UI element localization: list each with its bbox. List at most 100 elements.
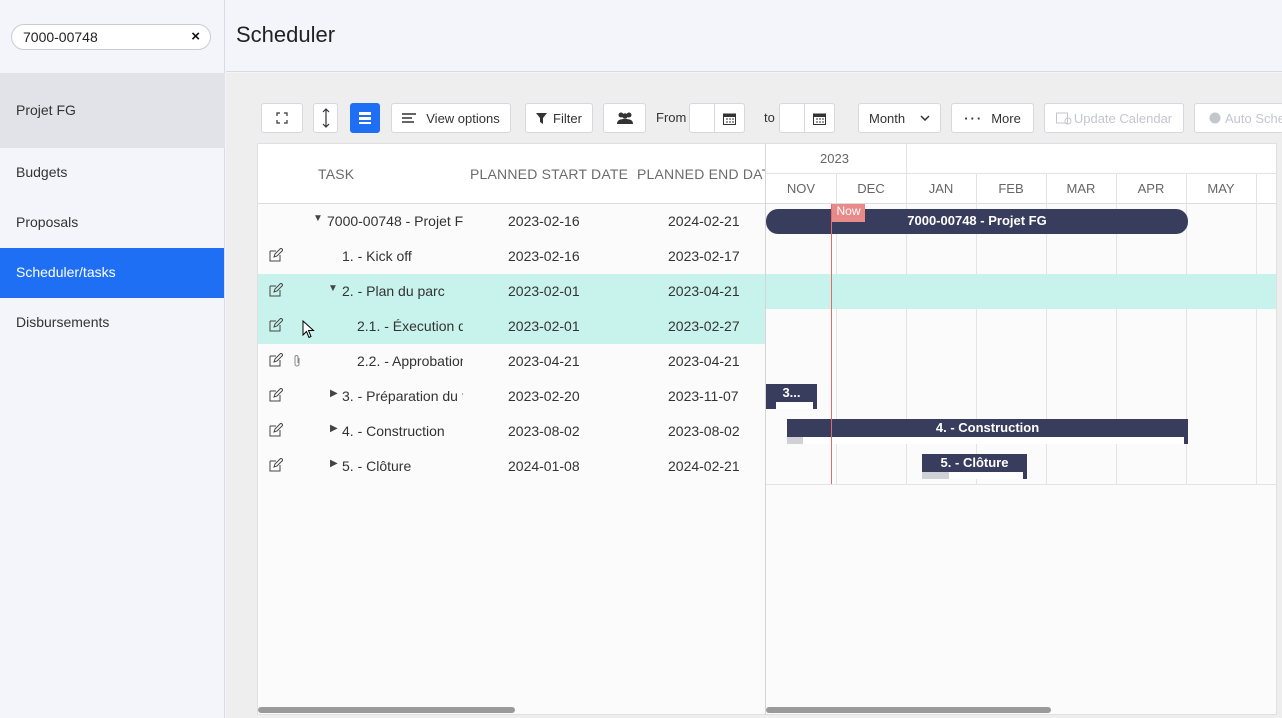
bar-label: 7000-00748 - Projet FG (907, 213, 1047, 228)
to-label: to (764, 110, 775, 125)
column-planned-start[interactable]: PLANNED START DATE (470, 166, 628, 182)
toggle-layout-button[interactable] (350, 103, 380, 133)
table-row[interactable]: ▶ 3. - Préparation du terrain 2023-02-20… (258, 379, 765, 414)
from-date-field[interactable] (690, 104, 715, 132)
bar-label: 3... (782, 385, 801, 400)
resources-button[interactable] (603, 103, 646, 133)
table-row[interactable]: 2.2. - Approbation 2023-04-21 2023-04-21 (258, 344, 765, 379)
edit-icon[interactable] (269, 248, 283, 262)
sidebar-item-scheduler[interactable]: Scheduler/tasks (0, 248, 224, 298)
gantt-bar-cloture[interactable]: 5. - Clôture (922, 454, 1027, 479)
gantt-bar-project[interactable]: 7000-00748 - Projet FG (766, 209, 1188, 234)
bar-progress-track (776, 402, 813, 409)
sidebar-item-label: Disbursements (16, 314, 110, 330)
header-divider (766, 173, 1276, 174)
start-date: 2023-02-20 (508, 388, 580, 404)
grid-header: TASK PLANNED START DATE PLANNED END DATE (258, 144, 765, 204)
sidebar-item-disbursements[interactable]: Disbursements (0, 298, 224, 348)
filter-button[interactable]: Filter (525, 103, 593, 133)
update-calendar-button[interactable]: Update Calendar (1044, 103, 1184, 133)
page-title: Scheduler (236, 22, 336, 47)
expand-rows-button[interactable] (313, 103, 338, 133)
calendar-refresh-icon (1055, 112, 1072, 125)
zoom-select[interactable]: Month (858, 103, 941, 133)
mouse-cursor-icon (302, 320, 315, 339)
edit-icon[interactable] (269, 283, 283, 297)
table-row[interactable]: 1. - Kick off 2023-02-16 2023-02-17 (258, 239, 765, 274)
sidebar-item-budgets[interactable]: Budgets (0, 148, 224, 198)
gantt-scrollbar[interactable] (766, 707, 1051, 713)
auto-schedule-label: Auto Sche (1225, 110, 1282, 126)
collapse-icon[interactable]: ▼ (313, 213, 323, 224)
bar-label: 4. - Construction (935, 420, 1040, 435)
table-row[interactable]: ▶ 5. - Clôture 2024-01-08 2024-02-21 (258, 449, 765, 484)
end-date: 2024-02-21 (668, 458, 740, 474)
view-options-button[interactable]: View options (391, 103, 511, 133)
edit-icon[interactable] (269, 318, 283, 332)
start-date: 2023-02-16 (508, 248, 580, 264)
list-icon (402, 113, 417, 123)
column-planned-end[interactable]: PLANNED END DATE (637, 166, 765, 182)
table-row[interactable]: 2.1. - Éxecution du plan 2023-02-01 2023… (258, 309, 765, 344)
task-name: 7000-00748 - Projet FG (327, 213, 463, 229)
auto-schedule-button[interactable]: Auto Sche (1194, 103, 1282, 133)
sidebar: 7000-00748 × Projet FG Budgets Proposals… (0, 0, 225, 718)
close-icon[interactable]: × (191, 28, 200, 45)
search-input[interactable]: 7000-00748 × (11, 24, 211, 50)
sidebar-project[interactable]: Projet FG (0, 73, 225, 148)
to-date-field[interactable] (780, 104, 805, 132)
bar-progress-track (949, 472, 1023, 479)
month-label: FEB (998, 181, 1024, 196)
fullscreen-button[interactable] (261, 103, 303, 133)
month-label: APR (1137, 181, 1165, 196)
expand-icon[interactable]: ▶ (330, 458, 338, 469)
fullscreen-icon (276, 112, 288, 124)
paperclip-icon[interactable] (293, 354, 301, 367)
column-task[interactable]: TASK (318, 166, 354, 182)
from-label: From (656, 110, 687, 125)
table-row[interactable]: ▼ 2. - Plan du parc 2023-02-01 2023-04-2… (258, 274, 765, 309)
sidebar-item-label: Budgets (16, 164, 68, 180)
update-calendar-label: Update Calendar (1073, 110, 1173, 126)
calendar-icon[interactable] (805, 104, 834, 132)
table-row[interactable]: ▼ 7000-00748 - Projet FG 2023-02-16 2024… (258, 204, 765, 239)
sidebar-item-proposals[interactable]: Proposals (0, 198, 224, 248)
task-name: 3. - Préparation du terrain (342, 388, 463, 404)
selected-row-highlight (766, 274, 1276, 309)
edit-icon[interactable] (269, 388, 283, 402)
month-label: NOV (786, 181, 816, 196)
bar-progress (922, 472, 949, 479)
gantt-bar-construction[interactable]: 4. - Construction (787, 419, 1188, 444)
layout-icon (359, 112, 371, 124)
month-label: DEC (857, 181, 885, 196)
more-label: More (991, 110, 1021, 126)
edit-icon[interactable] (269, 458, 283, 472)
start-date: 2023-04-21 (508, 353, 580, 369)
expand-vertical-icon (322, 108, 329, 128)
more-button[interactable]: ··· More (951, 103, 1034, 133)
from-date-input[interactable] (689, 103, 745, 133)
bar-progress-track (803, 437, 1184, 444)
sidebar-item-label: Scheduler/tasks (16, 264, 116, 280)
collapse-icon[interactable]: ▼ (328, 283, 338, 294)
to-date-input[interactable] (779, 103, 835, 133)
grid-line (1256, 204, 1257, 484)
expand-icon[interactable]: ▶ (330, 388, 338, 399)
month-divider (906, 174, 907, 204)
gantt-bar-preparation[interactable]: 3... (766, 384, 817, 409)
end-date: 2023-04-21 (668, 283, 740, 299)
edit-icon[interactable] (269, 423, 283, 437)
grid-scrollbar[interactable] (258, 707, 515, 713)
view-options-label: View options (426, 110, 500, 126)
expand-icon[interactable]: ▶ (330, 423, 338, 434)
table-row[interactable]: ▶ 4. - Construction 2023-08-02 2023-08-0… (258, 414, 765, 449)
edit-icon[interactable] (269, 353, 283, 367)
more-dots-icon: ··· (964, 110, 984, 126)
end-date: 2024-02-21 (668, 213, 740, 229)
month-divider (1256, 174, 1257, 204)
month-divider (1046, 174, 1047, 204)
globe-icon (1209, 112, 1221, 124)
bar-label: 5. - Clôture (940, 455, 1009, 470)
calendar-icon[interactable] (715, 104, 744, 132)
month-divider (836, 174, 837, 204)
